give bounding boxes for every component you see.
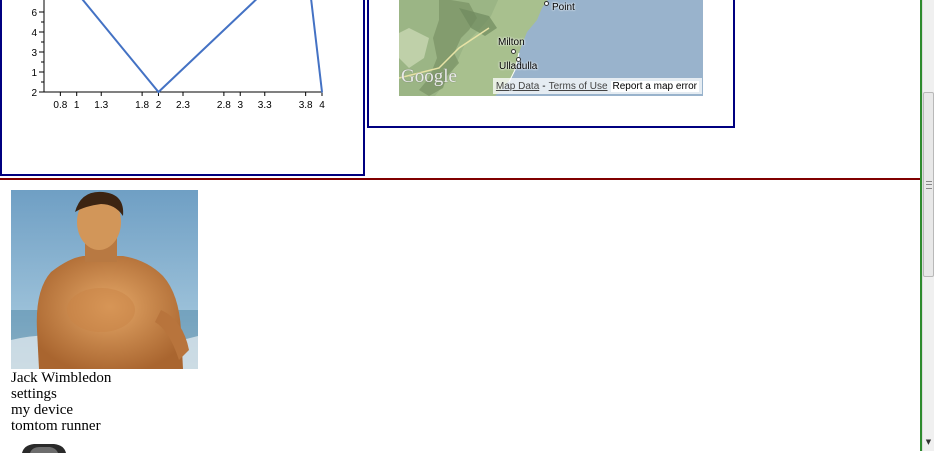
x-tick-label: 2.3 [176, 100, 190, 111]
y-tick-label: 2 [31, 88, 37, 99]
x-tick-label: 3.8 [299, 100, 313, 111]
x-tick-label: 1.8 [135, 100, 149, 111]
terms-of-use-link[interactable]: Terms of Use [549, 81, 608, 92]
map-view[interactable]: Point Milton Ulladulla Google Map Data -… [399, 0, 703, 96]
x-tick-label: 0.8 [53, 100, 67, 111]
profile-name-link[interactable]: Jack Wimbledon [11, 370, 111, 386]
x-tick-label: 2 [156, 100, 162, 111]
x-tick-label: 3.3 [258, 100, 272, 111]
y-tick-label: 6 [31, 8, 37, 19]
data-point [321, 91, 323, 93]
x-tick-label: 1.3 [94, 100, 108, 111]
x-tick-label: 4 [319, 100, 325, 111]
map-footer: Map Data - Terms of Use Report a map err… [492, 78, 702, 94]
bottom-frame: Jack Wimbledon settings my device tomtom… [0, 180, 920, 453]
report-map-error-link[interactable]: Report a map error [610, 80, 699, 92]
map-milton-marker [511, 49, 516, 54]
x-tick-label: 1 [74, 100, 80, 111]
top-frame: 2 1 3 4 6 0.8 1 1.3 1.8 2 2.3 2.8 3 3.3 3.8 4 Point Mil… [0, 0, 920, 178]
scrollbar-thumb[interactable] [923, 92, 934, 277]
y-tick-label: 3 [31, 48, 37, 59]
map-data-link[interactable]: Map Data [496, 81, 539, 92]
map-label-ulladulla: Ulladulla [499, 61, 538, 72]
map-label-milton: Milton [498, 37, 525, 48]
y-tick-label: 1 [31, 68, 37, 79]
series-line [81, 0, 323, 94]
my-device-link[interactable]: my device [11, 402, 111, 418]
arrow-down-icon[interactable]: ▼ [924, 436, 933, 448]
tomtom-runner-link[interactable]: tomtom runner [11, 418, 111, 434]
data-point [157, 91, 160, 93]
line-chart: 2 1 3 4 6 0.8 1 1.3 1.8 2 2.3 2.8 3 3.3 3.8 4 [31, 0, 325, 111]
grip-lines-icon [926, 181, 932, 189]
profile-menu: Jack Wimbledon settings my device tomtom… [11, 370, 111, 434]
x-tick-label: 2.8 [217, 100, 231, 111]
google-logo[interactable]: Google [401, 66, 457, 88]
settings-link[interactable]: settings [11, 386, 111, 402]
map-label-point: Point [552, 2, 575, 13]
chart-panel: 2 1 3 4 6 0.8 1 1.3 1.8 2 2.3 2.8 3 3.3 3.8 4 [0, 0, 365, 176]
profile-photo[interactable] [11, 190, 198, 369]
map-point-marker [544, 1, 549, 6]
device-thumbnail[interactable] [20, 443, 66, 453]
vertical-scrollbar[interactable]: ▼ [922, 0, 934, 451]
y-tick-label: 4 [31, 28, 37, 39]
map-footer-separator: - [542, 80, 546, 92]
map-panel: Point Milton Ulladulla Google Map Data -… [367, 0, 735, 128]
x-tick-label: 3 [237, 100, 243, 111]
